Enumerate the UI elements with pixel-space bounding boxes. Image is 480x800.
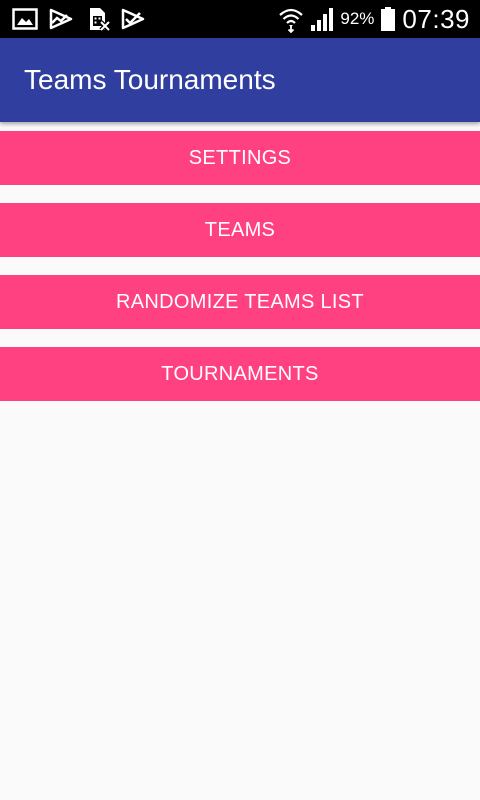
clock: 07:39: [402, 3, 470, 34]
app-bar: Teams Tournaments: [0, 38, 480, 122]
trending-icon: [49, 8, 73, 30]
main-menu: SETTINGS TEAMS RANDOMIZE TEAMS LIST TOUR…: [0, 131, 480, 419]
randomize-teams-list-button[interactable]: RANDOMIZE TEAMS LIST: [0, 275, 480, 329]
checkbox-icon: [121, 8, 145, 30]
image-icon: [12, 8, 38, 30]
system-status: 92% 07:39: [278, 0, 470, 38]
sim-card-error-icon: [90, 8, 110, 31]
wifi-icon: [279, 8, 304, 33]
notification-icons: [12, 7, 146, 31]
app-title: Teams Tournaments: [24, 64, 276, 95]
status-bar: 92% 07:39: [0, 0, 480, 38]
tournaments-button[interactable]: TOURNAMENTS: [0, 347, 480, 401]
cell-signal-icon: [311, 8, 334, 31]
settings-button[interactable]: SETTINGS: [0, 131, 480, 185]
battery-icon: [381, 7, 396, 31]
teams-button[interactable]: TEAMS: [0, 203, 480, 257]
battery-percentage: 92%: [340, 9, 375, 28]
